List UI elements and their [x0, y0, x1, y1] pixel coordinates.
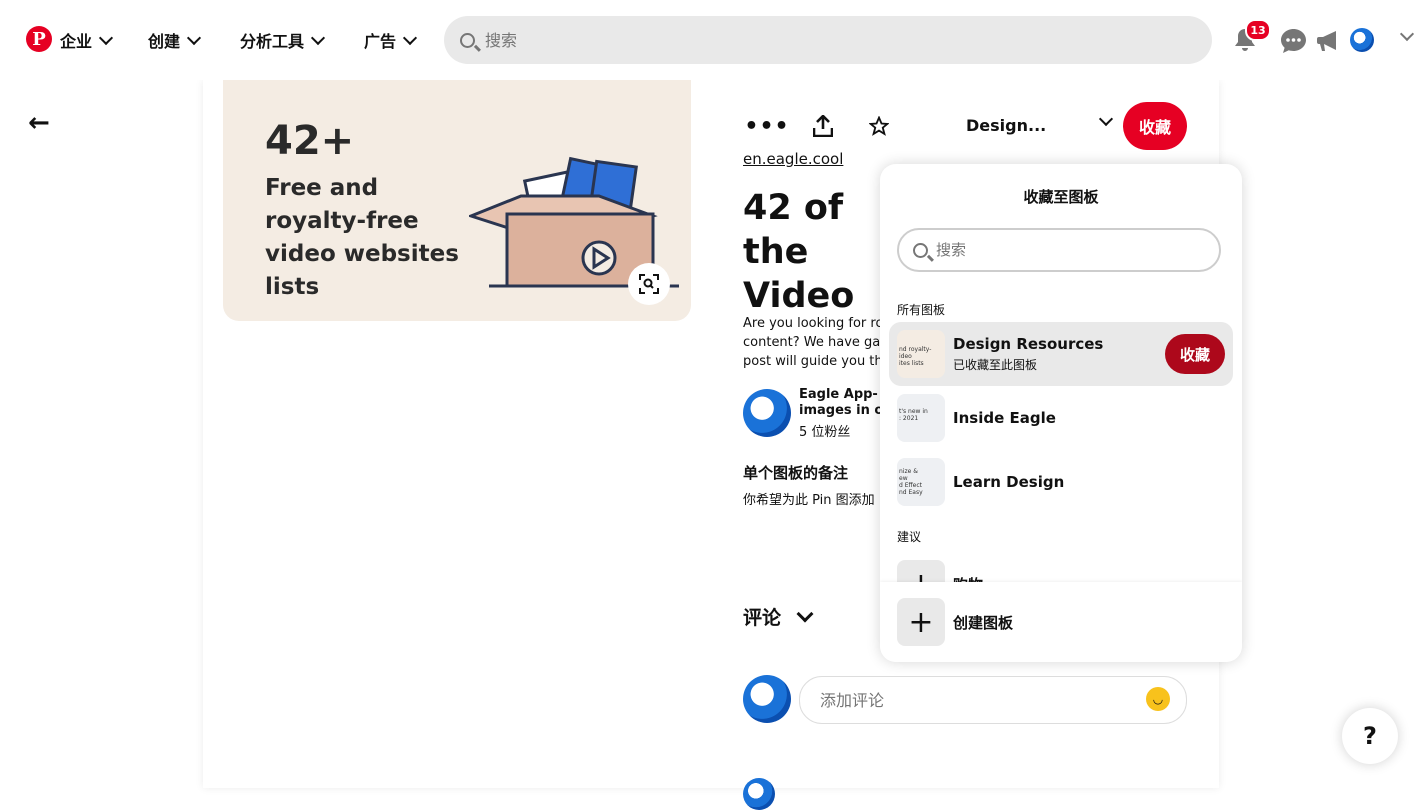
board-search-input[interactable] [934, 240, 1198, 260]
description-line: post will guide you th [743, 354, 883, 369]
messages-button[interactable] [1280, 28, 1306, 54]
lens-search-icon [639, 274, 659, 294]
thumb-text: nd royalty- ideo ites lists [899, 346, 932, 367]
nav-analytics-label: 分析工具 [240, 32, 305, 51]
author-name[interactable]: Eagle App- C images in or [799, 387, 881, 419]
emoji-icon[interactable]: ◡ [1146, 687, 1170, 711]
board-note-text[interactable]: 你希望为此 Pin 图添加 [743, 489, 883, 508]
pin-image[interactable]: 42+ Free and royalty-free video websites… [223, 80, 691, 321]
ellipsis-icon: ••• [744, 113, 790, 139]
share-button[interactable] [807, 112, 839, 140]
board-thumbnail: nd royalty- ideo ites lists [897, 330, 945, 378]
user-avatar[interactable] [1350, 28, 1374, 52]
more-options-button[interactable]: ••• [744, 112, 788, 140]
board-name: Inside Eagle [953, 409, 1056, 427]
pinterest-logo-icon[interactable]: P [26, 26, 52, 52]
plus-icon: + [897, 598, 945, 646]
suggestions-label: 建议 [897, 530, 922, 544]
board-name: Design Resources [953, 335, 1104, 353]
chevron-down-icon [402, 30, 418, 45]
commenter-avatar [743, 675, 791, 723]
top-search-bar[interactable] [444, 16, 1212, 64]
pin-description: Are you looking for ro content? We have … [743, 314, 883, 371]
popover-title: 收藏至图板 [1023, 188, 1099, 206]
board-save-button[interactable]: 收藏 [1165, 334, 1225, 374]
pin-image-heading: 42+ [265, 118, 355, 164]
visual-search-button[interactable] [628, 263, 670, 305]
board-search-field[interactable] [897, 228, 1221, 272]
message-icon [1280, 29, 1306, 53]
chevron-down-icon [796, 605, 814, 623]
all-boards-label: 所有图板 [897, 303, 946, 317]
nav-ads-label: 广告 [364, 32, 397, 51]
description-line: content? We have gat [743, 335, 883, 350]
comment-author-avatar [743, 778, 775, 810]
thumb-text: nize & ew d Effect nd Easy [899, 468, 923, 496]
search-icon [913, 242, 928, 258]
board-select-label[interactable]: Design... [966, 116, 1046, 135]
updates-button[interactable] [1316, 30, 1340, 52]
chevron-down-icon [186, 30, 202, 45]
nav-business-label: 企业 [60, 32, 93, 51]
board-name: Learn Design [953, 473, 1065, 491]
save-button[interactable]: 收藏 [1123, 102, 1187, 150]
create-board-footer[interactable]: + 创建图板 [880, 582, 1242, 662]
top-nav: P 企业 创建 分析工具 广告 13 [0, 0, 1422, 80]
board-saved-status: 已收藏至此图板 [953, 358, 1038, 372]
board-row-learn-design[interactable]: nize & ew d Effect nd Easy Learn Design [889, 450, 1233, 514]
megaphone-icon [1317, 31, 1336, 51]
description-line: Are you looking for ro [743, 316, 883, 331]
board-thumbnail: t's new in : 2021 [897, 394, 945, 442]
board-thumbnail: nize & ew d Effect nd Easy [897, 458, 945, 506]
chevron-down-icon [310, 30, 326, 45]
share-icon [813, 115, 833, 137]
board-item: Design Resources 已收藏至此图板 [953, 335, 1103, 373]
nav-ads-menu[interactable]: 广告 [364, 26, 418, 54]
save-to-board-popover: 收藏至图板 所有图板 nd royalty- ideo ites lists D… [880, 164, 1242, 662]
chevron-down-icon [98, 30, 114, 45]
create-board-label: 创建图板 [953, 613, 1014, 632]
nav-create-menu[interactable]: 创建 [148, 26, 202, 54]
source-link[interactable]: en.eagle.cool [743, 150, 843, 168]
board-row-inside-eagle[interactable]: t's new in : 2021 Inside Eagle [889, 386, 1233, 450]
search-icon [460, 32, 475, 48]
account-chevron-down-icon[interactable] [1399, 26, 1415, 42]
pin-title: 42 of the Video We Footage [743, 188, 855, 316]
comments-toggle[interactable]: 评论 [743, 603, 814, 630]
thumb-text: t's new in : 2021 [899, 408, 928, 422]
nav-business-menu[interactable]: 企业 [60, 26, 114, 54]
author-name-line: images in or [799, 403, 881, 418]
nav-create-label: 创建 [148, 32, 181, 51]
board-note-heading: 单个图板的备注 [743, 464, 849, 482]
author-avatar[interactable] [743, 389, 791, 437]
back-arrow-icon[interactable]: ← [28, 108, 50, 138]
comment-field[interactable] [799, 676, 1187, 724]
favorite-button[interactable] [863, 112, 895, 140]
follower-count: 5 位粉丝 [799, 425, 851, 440]
search-input[interactable] [483, 29, 1167, 51]
pin-image-subtitle: Free and royalty-free video websites lis… [265, 175, 459, 300]
board-row-design-resources[interactable]: nd royalty- ideo ites lists Design Resou… [889, 322, 1233, 386]
notification-count-badge: 13 [1245, 19, 1271, 41]
help-button[interactable]: ? [1342, 708, 1398, 764]
author-name-line: Eagle App- C [799, 387, 881, 402]
comment-input[interactable] [818, 689, 1142, 711]
comments-label: 评论 [743, 607, 782, 629]
star-icon [869, 116, 889, 136]
nav-analytics-menu[interactable]: 分析工具 [240, 26, 326, 54]
